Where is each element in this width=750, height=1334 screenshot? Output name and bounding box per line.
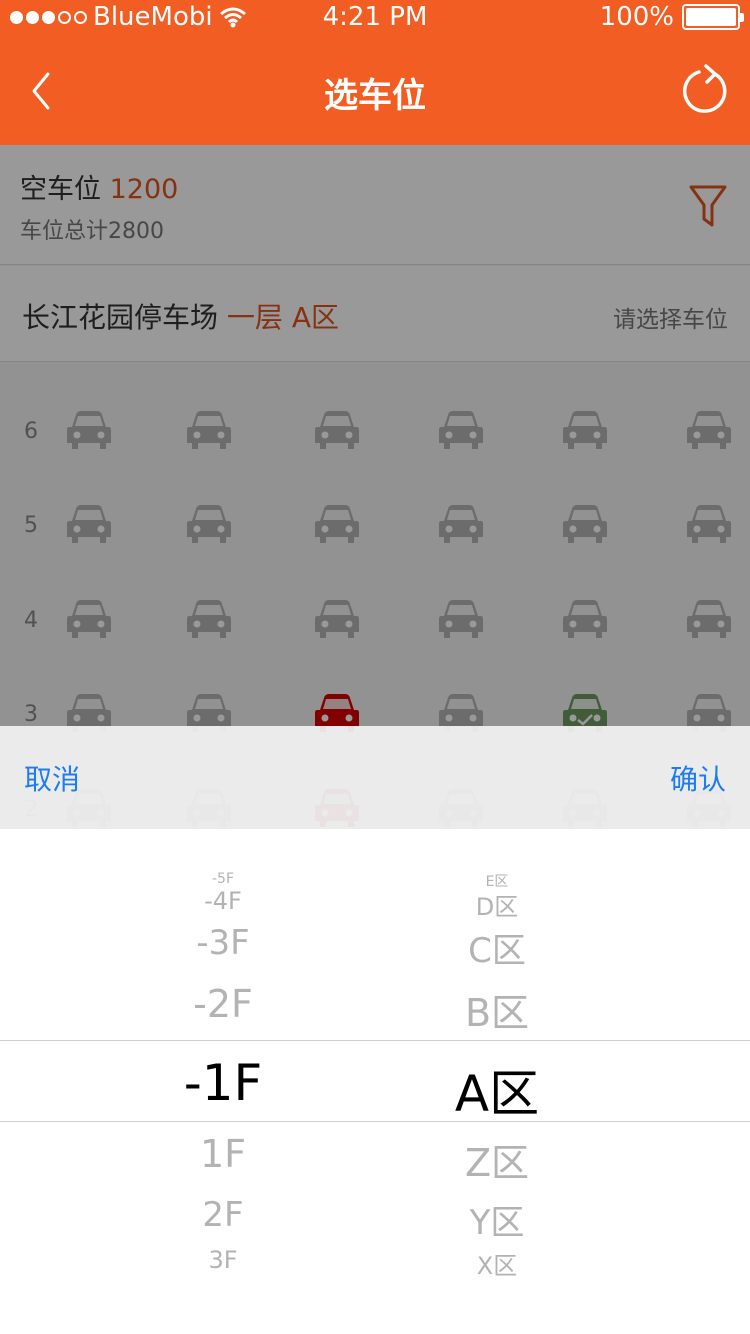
confirm-button[interactable]: 确认 xyxy=(670,758,726,798)
page-title: 选车位 xyxy=(324,76,426,116)
area-wheel[interactable]: E区 D区 C区 B区 A区 Z区 Y区 X区 xyxy=(347,829,647,1334)
floor-option[interactable]: -4F xyxy=(73,887,373,915)
floor-option[interactable]: 2F xyxy=(73,1195,373,1235)
battery-icon xyxy=(682,4,744,30)
area-option[interactable]: X区 xyxy=(347,1246,647,1281)
refresh-icon[interactable] xyxy=(680,62,730,116)
area-option[interactable]: A区 xyxy=(347,1054,647,1126)
area-option[interactable]: D区 xyxy=(347,887,647,922)
floor-area-picker: -5F -4F -3F -2F -1F 1F 2F 3F E区 D区 C区 B区 A区 Z区 Y区 X区 xyxy=(0,829,750,1334)
floor-option[interactable]: 1F xyxy=(73,1132,373,1176)
floor-option[interactable]: -1F xyxy=(73,1054,373,1112)
status-bar: BlueMobi 4:21 PM 100% xyxy=(0,0,750,36)
area-option[interactable]: Y区 xyxy=(347,1195,647,1244)
floor-option[interactable]: 3F xyxy=(73,1246,373,1274)
area-option[interactable]: C区 xyxy=(347,923,647,972)
floor-wheel[interactable]: -5F -4F -3F -2F -1F 1F 2F 3F xyxy=(73,829,373,1334)
floor-option[interactable]: -3F xyxy=(73,923,373,963)
floor-option[interactable]: -5F xyxy=(73,871,373,887)
floor-option[interactable]: -2F xyxy=(73,982,373,1026)
battery-indicator: 100% xyxy=(599,2,744,32)
cancel-button[interactable]: 取消 xyxy=(24,758,80,798)
picker-toolbar: 取消 确认 xyxy=(0,726,750,829)
top-bar: BlueMobi 4:21 PM 100% 选车位 xyxy=(0,0,750,145)
battery-percent: 100% xyxy=(599,2,674,32)
area-option[interactable]: Z区 xyxy=(347,1132,647,1187)
area-option[interactable]: B区 xyxy=(347,982,647,1037)
